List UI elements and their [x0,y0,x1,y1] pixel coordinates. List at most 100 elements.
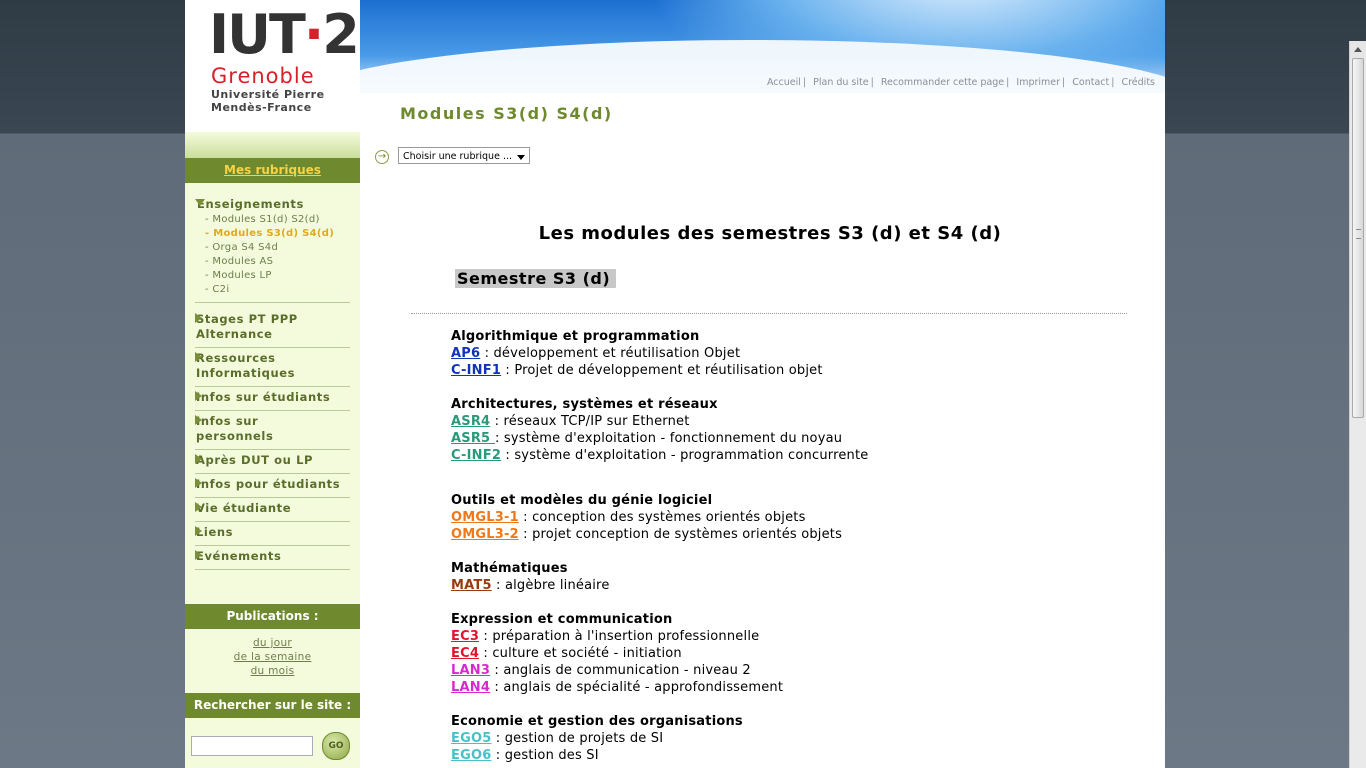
sidebar-item-label: Stages PT PPP Alternance [196,312,298,341]
publications-links: du jour de la semaine du mois [185,636,360,678]
top-link-credits[interactable]: Crédits [1121,77,1155,88]
vertical-scrollbar[interactable] [1349,41,1366,768]
collapsed-triangle-icon [195,415,202,425]
sidebar-item-apres-dut[interactable]: Après DUT ou LP [195,450,350,474]
module-category: Algorithmique et programmation AP6 : déve… [451,328,1111,379]
module-link[interactable]: EGO6 [451,748,491,763]
category-title: Architectures, systèmes et réseaux [451,397,718,412]
rubrique-select-value: Choisir une rubrique ... [403,151,513,162]
module-description: : anglais de communication - niveau 2 [490,663,751,678]
module-row: LAN3 : anglais de communication - niveau… [451,662,1111,679]
sidebar-item-liens[interactable]: Liens [195,522,350,546]
left-column: IUT·2 Grenoble Université Pierre Mendès-… [185,0,360,768]
collapsed-triangle-icon [195,526,202,536]
module-description: : réseaux TCP/IP sur Ethernet [490,414,690,429]
module-row: C-INF1 : Projet de développement et réut… [451,362,1111,379]
module-link[interactable]: EC4 [451,646,479,661]
module-row: OMGL3-1 : conception des systèmes orient… [451,509,1111,526]
sidebar-item-vie-etudiante[interactable]: Vie étudiante [195,498,350,522]
publication-link-jour[interactable]: du jour [185,636,360,650]
arrow-right-icon: → [375,150,389,164]
module-row: EGO6 : gestion des SI [451,747,1111,764]
main-heading: Les modules des semestres S3 (d) et S4 (… [538,223,1002,244]
rubrique-select[interactable]: Choisir une rubrique ... [398,147,530,164]
sidebar-item-infos-pour-etudiants[interactable]: Infos pour étudiants [195,474,350,498]
sidebar-item-label: Infos sur personnels [196,414,274,443]
module-category: Economie et gestion des organisations EGO… [451,713,1111,764]
module-link[interactable]: LAN4 [451,680,490,695]
top-link-imprimer[interactable]: Imprimer [1016,77,1060,88]
collapsed-triangle-icon [195,313,202,323]
logo[interactable]: IUT·2 Grenoble Université Pierre Mendès-… [185,0,360,132]
modules-list: Algorithmique et programmation AP6 : déve… [451,328,1111,768]
sidebar-item-enseignements[interactable]: Enseignements - Modules S1(d) S2(d) - Mo… [195,194,350,303]
module-description: : gestion des SI [491,748,599,763]
module-link[interactable]: LAN3 [451,663,490,678]
logo-iut-text: IUT·2 [209,3,360,66]
module-description: : gestion de projets de SI [491,731,664,746]
module-row: OMGL3-2 : projet conception de systèmes … [451,526,1111,543]
top-link-recommander[interactable]: Recommander cette page [881,77,1004,88]
module-link[interactable]: MAT5 [451,578,492,593]
go-button[interactable]: GO [322,732,350,760]
submenu-item-c2i[interactable]: - C2i [205,283,350,297]
module-category: Mathématiques MAT5 : algèbre linéaire [451,560,1111,594]
collapsed-triangle-icon [195,391,202,401]
module-link[interactable]: EGO5 [451,731,491,746]
sidebar-item-infos-etudiants[interactable]: Infos sur étudiants [195,387,350,411]
mes-rubriques-link[interactable]: Mes rubriques [185,158,360,183]
top-link-plan[interactable]: Plan du site [813,77,868,88]
top-links: Accueil | Plan du site | Recommander cette… [766,77,1155,88]
module-row: MAT5 : algèbre linéaire [451,577,1111,594]
submenu-item-modules-lp[interactable]: - Modules LP [205,269,350,283]
module-link[interactable]: OMGL3-1 [451,510,519,525]
sidebar-menu: Enseignements - Modules S1(d) S2(d) - Mo… [185,194,360,570]
module-link[interactable]: C-INF1 [451,363,501,378]
module-category: Expression et communication EC3 : prépara… [451,611,1111,696]
logo-university: Université Pierre Mendès-France [211,88,325,114]
search-header: Rechercher sur le site : [185,693,360,718]
publication-link-mois[interactable]: du mois [185,664,360,678]
sidebar-item-label: Liens [196,525,234,539]
sidebar-item-infos-personnels[interactable]: Infos sur personnels [195,411,350,450]
sidebar-item-ressources[interactable]: Ressources Informatiques [195,348,350,387]
module-row: C-INF2 : système d'exploitation - progra… [451,447,1111,464]
sidebar-item-evenements[interactable]: Evénements [195,546,350,570]
module-link[interactable]: AP6 [451,346,480,361]
left-band [185,132,360,160]
publication-link-semaine[interactable]: de la semaine [185,650,360,664]
module-description: : projet conception de systèmes orientés… [518,527,843,542]
module-description: : Projet de développement et réutilisati… [501,363,823,378]
module-row: EC3 : préparation à l'insertion professi… [451,628,1111,645]
sidebar-item-label: Infos pour étudiants [196,477,341,491]
module-link[interactable]: OMGL3-2 [451,527,519,542]
chevron-down-icon [517,155,525,160]
header-banner: Accueil | Plan du site | Recommander cette… [360,0,1165,93]
submenu-item-orga-s4[interactable]: - Orga S4 S4d [205,241,350,255]
module-link[interactable]: C-INF2 [451,448,501,463]
module-row: EGO5 : gestion de projets de SI [451,730,1111,747]
expanded-triangle-icon [195,199,205,206]
top-link-contact[interactable]: Contact [1072,77,1109,88]
module-link[interactable]: EC3 [451,629,479,644]
sidebar-item-label: Ressources Informatiques [196,351,296,380]
sidebar-item-label: Evénements [196,549,282,563]
search-input[interactable] [191,736,313,756]
divider [411,313,1127,314]
top-link-accueil[interactable]: Accueil [767,77,801,88]
submenu-item-s1s2[interactable]: - Modules S1(d) S2(d) [205,213,350,227]
sidebar-item-stages[interactable]: Stages PT PPP Alternance [195,309,350,348]
module-link[interactable]: ASR5 [451,431,495,446]
scroll-up-arrow-icon[interactable] [1350,41,1366,58]
submenu-item-s3s4[interactable]: - Modules S3(d) S4(d) [205,227,350,241]
module-link[interactable]: ASR4 [451,414,490,429]
submenu-enseignements: - Modules S1(d) S2(d) - Modules S3(d) S4… [195,213,350,297]
module-description: : système d'exploitation - fonctionnemen… [495,431,843,446]
scrollbar-thumb[interactable] [1352,58,1364,418]
collapsed-triangle-icon [195,454,202,464]
publications-header: Publications : [185,604,360,629]
category-title: Economie et gestion des organisations [451,714,743,729]
semester-heading: Semestre S3 (d) [455,269,617,288]
module-description: : conception des systèmes orientés objet… [518,510,806,525]
submenu-item-modules-as[interactable]: - Modules AS [205,255,350,269]
